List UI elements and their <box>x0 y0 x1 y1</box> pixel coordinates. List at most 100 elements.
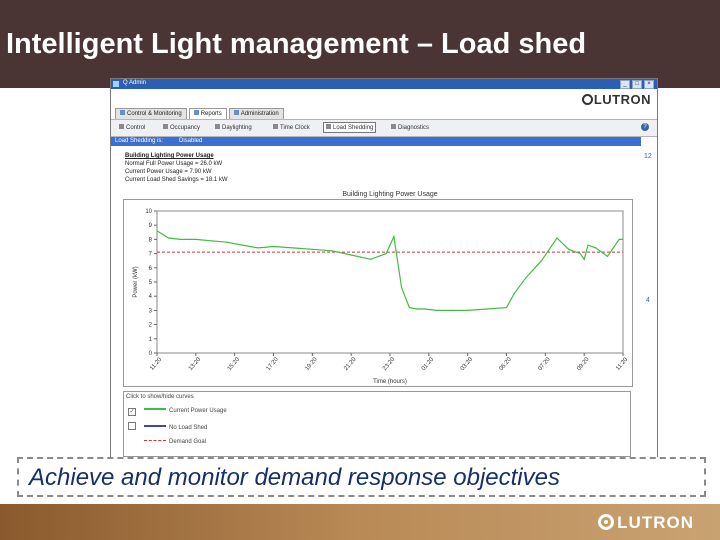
data-point <box>505 306 508 309</box>
data-point <box>369 258 372 260</box>
admin-window: Q Admin _ □ × LUTRON Control & Monitorin… <box>110 78 658 460</box>
sun-icon <box>215 124 220 129</box>
data-point <box>556 237 558 239</box>
toolbar-label: Daylighting <box>222 125 252 131</box>
tab-reports[interactable]: Reports <box>188 108 227 119</box>
status-label: Load Shedding is: <box>115 138 164 144</box>
help-icon[interactable]: ? <box>641 123 649 131</box>
legend-item-demand-goal: Demand Goal <box>128 436 206 446</box>
data-point <box>525 277 527 279</box>
y-axis-label: Power (kW) <box>133 266 139 297</box>
checkbox[interactable] <box>128 422 136 430</box>
data-point <box>226 241 228 243</box>
power-summary: Building Lighting Power Usage Normal Ful… <box>125 152 228 184</box>
data-point <box>385 253 387 255</box>
chart-frame <box>123 199 633 387</box>
tab-control-monitoring[interactable]: Control & Monitoring <box>115 108 187 119</box>
summary-line: Current Power Usage = 7.90 kW <box>125 169 212 175</box>
tab-label: Control & Monitoring <box>127 111 182 117</box>
data-point <box>401 287 403 289</box>
toolbar-label: Load Shedding <box>333 125 374 131</box>
data-point <box>467 309 469 311</box>
data-point <box>595 247 597 249</box>
toolbar-label: Time Clock <box>280 125 310 131</box>
data-point <box>241 244 244 246</box>
report-icon <box>193 110 199 115</box>
toolbar-time-clock[interactable]: Time Clock <box>273 124 310 131</box>
data-point <box>331 250 333 252</box>
data-point <box>622 238 624 240</box>
side-number: 4 <box>646 297 650 304</box>
diagnostics-icon <box>391 124 396 129</box>
app-icon <box>113 81 119 87</box>
close-icon[interactable]: × <box>644 80 654 89</box>
data-point <box>416 308 418 310</box>
slide-caption: Achieve and monitor demand response obje… <box>29 464 560 491</box>
data-point <box>606 255 609 258</box>
load-shed-icon <box>326 124 331 129</box>
footer-logo-text: LUTRON <box>617 513 694 532</box>
data-point <box>156 230 158 232</box>
legend-title: Click to show/hide curves <box>126 394 194 400</box>
toolbar-label: Diagnostics <box>398 125 430 131</box>
app-logo-text: LUTRON <box>593 92 651 107</box>
data-point <box>436 309 438 311</box>
slide-title: Intelligent Light management – Load shed <box>6 28 587 60</box>
app-logo: LUTRON <box>581 92 651 107</box>
tab-label: Administration <box>240 111 279 117</box>
report-toolbar: Control Occupancy Daylighting Time Clock… <box>111 119 657 137</box>
slide-footer: LUTRON <box>0 504 720 540</box>
chart-title: Building Lighting Power Usage <box>342 191 437 198</box>
window-title-bar: Q Admin _ □ × <box>111 79 657 89</box>
data-point <box>583 258 585 260</box>
data-point <box>168 237 170 239</box>
legend-item-current-power[interactable]: ✓ Current Power Usage <box>128 408 227 418</box>
slide-caption-box: Achieve and monitor demand response obje… <box>17 457 706 497</box>
data-point <box>393 235 395 238</box>
toolbar-occupancy[interactable]: Occupancy <box>163 124 200 131</box>
tab-label: Reports <box>200 111 222 117</box>
data-point <box>568 248 570 250</box>
legend-swatch <box>144 408 166 410</box>
y-tick-label: 10 <box>145 209 152 215</box>
power-usage-chart: Building Lighting Power Usage01234567891… <box>123 191 633 387</box>
toolbar-label: Occupancy <box>170 125 201 131</box>
legend-swatch <box>144 425 166 427</box>
data-point <box>195 238 197 240</box>
minimize-icon[interactable]: _ <box>620 80 630 89</box>
tab-administration[interactable]: Administration <box>228 108 284 119</box>
data-point <box>257 247 259 249</box>
occupancy-icon <box>163 124 168 129</box>
load-shed-status: Load Shedding is: Disabled <box>111 137 641 146</box>
data-point <box>210 240 212 242</box>
main-tabs: Control & Monitoring Reports Administrat… <box>115 108 284 119</box>
toolbar-load-shedding[interactable]: Load Shedding <box>323 122 377 133</box>
data-point <box>540 260 543 262</box>
checkbox[interactable]: ✓ <box>128 408 136 416</box>
data-point <box>618 238 620 240</box>
slide-title-bar: Intelligent Light management – Load shed <box>0 0 720 88</box>
data-point <box>424 308 426 310</box>
curve-legend: Click to show/hide curves ✓ Current Power… <box>123 391 631 457</box>
data-point <box>587 244 589 246</box>
data-point <box>292 247 294 249</box>
clock-icon <box>273 124 278 129</box>
maximize-icon[interactable]: □ <box>632 80 642 89</box>
toolbar-daylighting[interactable]: Daylighting <box>215 124 252 131</box>
legend-label: Current Power Usage <box>169 408 227 414</box>
data-point <box>408 306 411 309</box>
lutron-mark-icon <box>598 514 615 530</box>
legend-item-no-load-shed[interactable]: No Load Shed <box>128 422 207 432</box>
legend-swatch <box>144 440 166 441</box>
data-point <box>350 254 352 256</box>
data-point <box>513 292 515 294</box>
legend-label: No Load Shed <box>169 425 208 431</box>
summary-line: Current Load Shed Savings = 18.1 kW <box>125 177 228 183</box>
summary-line: Normal Full Power Usage = 26.0 kW <box>125 161 223 167</box>
data-point <box>451 309 453 311</box>
lutron-mark-icon <box>581 94 593 105</box>
toolbar-diagnostics[interactable]: Diagnostics <box>391 124 429 131</box>
monitor-icon <box>120 110 125 115</box>
toolbar-control[interactable]: Control <box>119 124 145 131</box>
legend-label: Demand Goal <box>169 439 207 445</box>
